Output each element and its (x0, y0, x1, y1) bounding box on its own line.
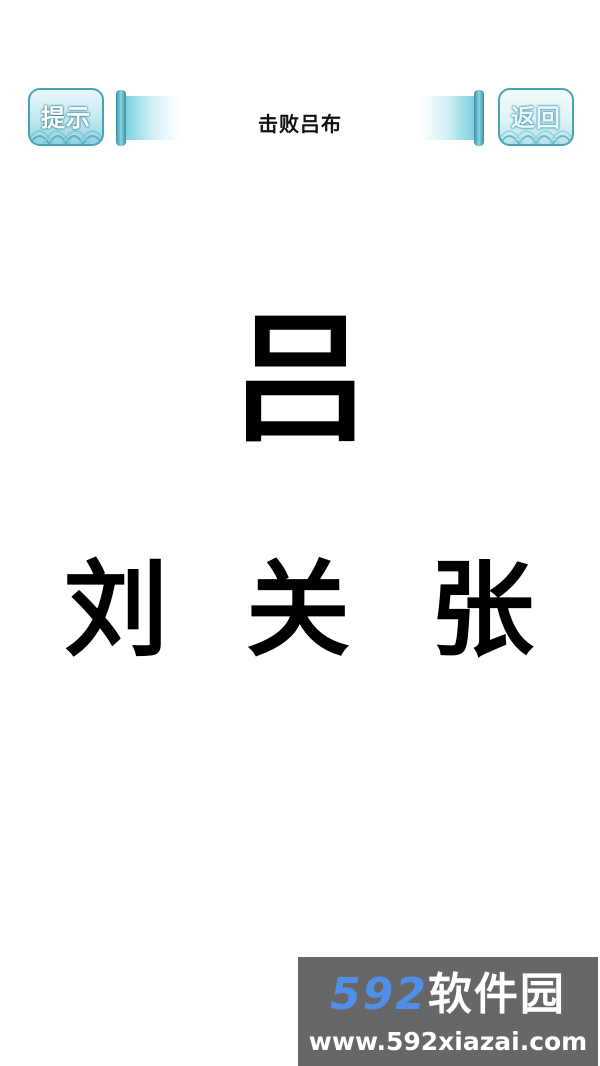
hint-button[interactable]: 提示 (28, 88, 104, 146)
option-char-1[interactable]: 刘 (46, 545, 186, 675)
target-character[interactable]: 吕 (0, 300, 600, 460)
character-options: 刘 关 张 (0, 545, 600, 675)
scroll-decoration-left (116, 90, 180, 146)
watermark-url: www.592xiazai.com (308, 1027, 588, 1056)
watermark-brand: 软件园 (427, 969, 566, 1020)
scroll-rod (474, 90, 484, 146)
option-char-3[interactable]: 张 (412, 545, 552, 675)
scroll-decoration-right (420, 90, 484, 146)
back-button-label: 返回 (511, 103, 561, 132)
watermark-logo: 592软件园 (298, 969, 598, 1021)
top-bar: 提示 击败吕布 返回 (0, 80, 600, 160)
back-button[interactable]: 返回 (498, 88, 574, 146)
scroll-paper (420, 96, 474, 140)
scroll-paper (126, 96, 180, 140)
site-watermark: 592软件园 www.592xiazai.com (298, 957, 598, 1066)
hint-button-label: 提示 (41, 103, 91, 132)
scroll-rod (116, 90, 126, 146)
option-char-2[interactable]: 关 (228, 545, 368, 675)
watermark-number: 592 (330, 969, 428, 1020)
level-title: 击败吕布 (258, 112, 342, 136)
